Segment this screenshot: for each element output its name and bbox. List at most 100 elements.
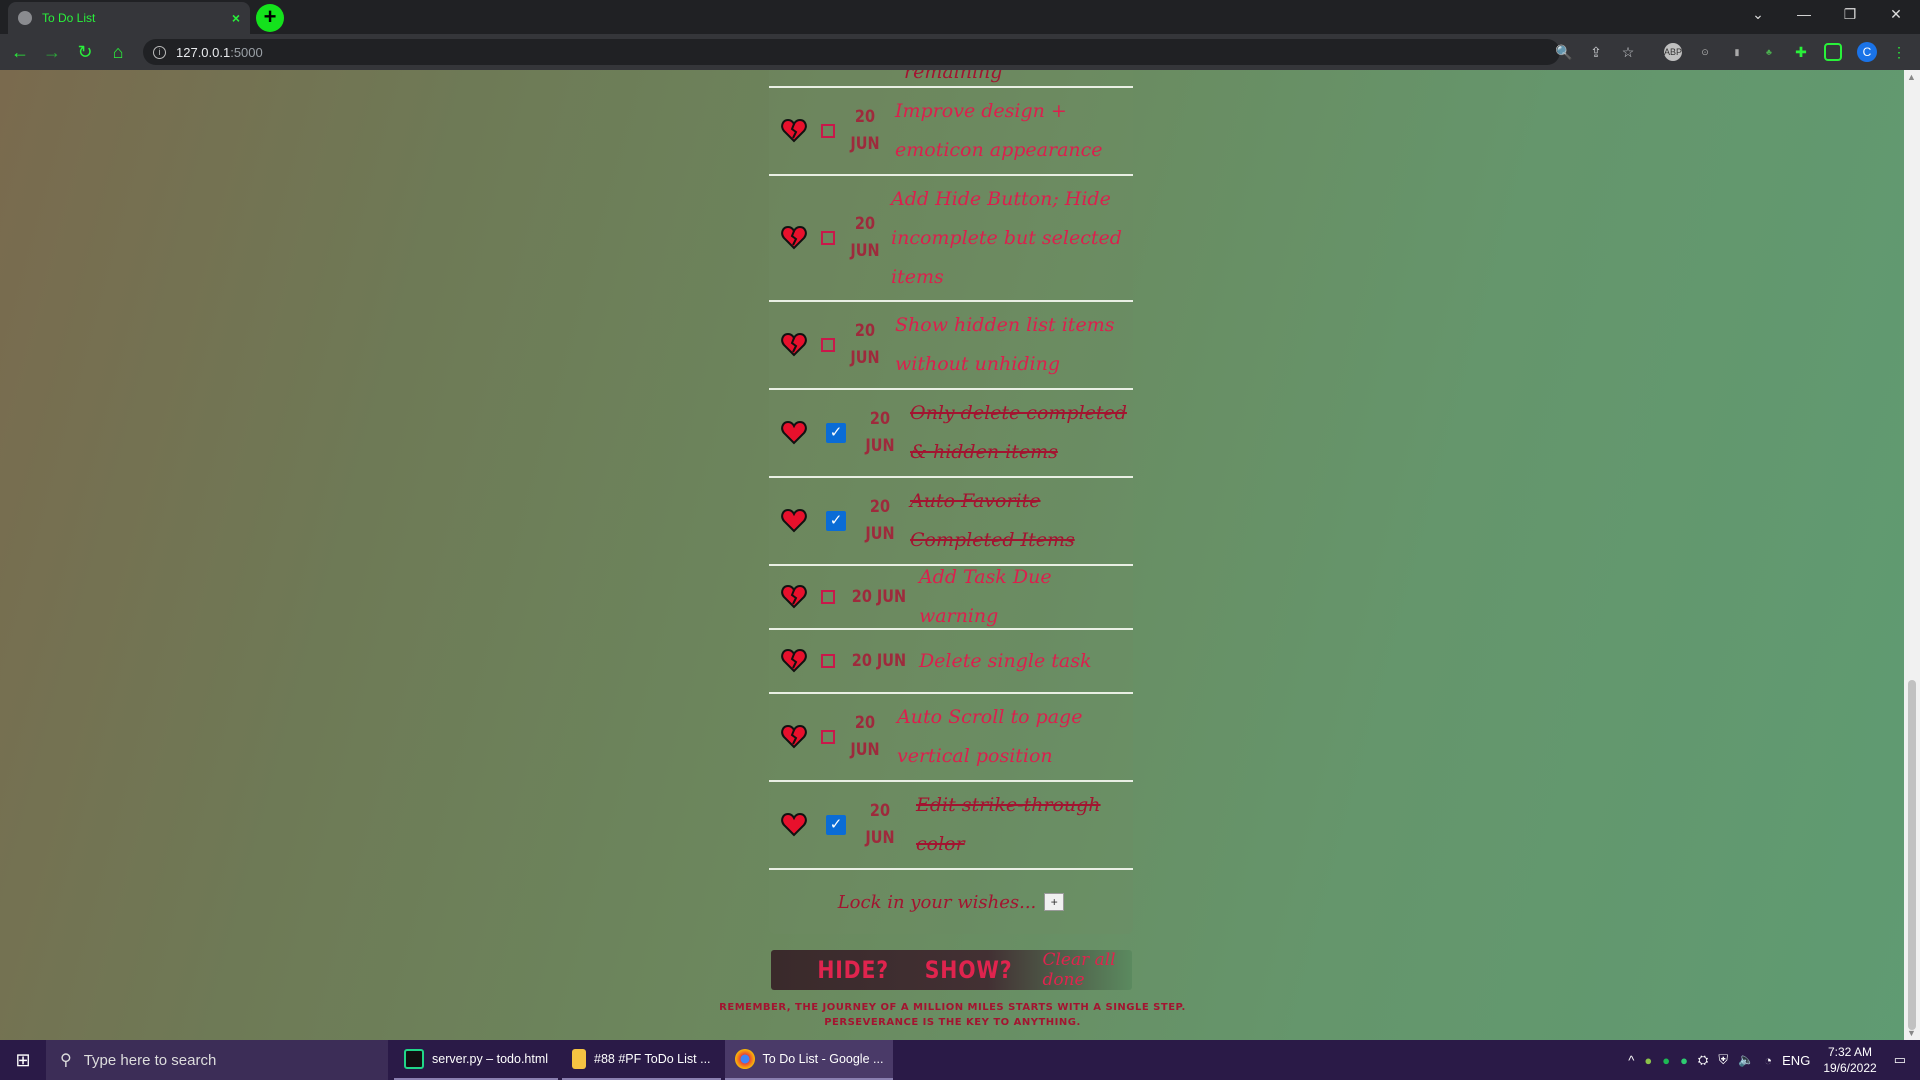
task-checkbox[interactable]	[821, 124, 835, 138]
task-checkbox[interactable]	[821, 730, 835, 744]
heart-icon[interactable]	[781, 508, 807, 533]
new-task-input[interactable]: Lock in your wishes...	[838, 892, 1037, 913]
reload-icon[interactable]: ↻	[73, 40, 97, 64]
minimize-button[interactable]: —	[1782, 0, 1826, 30]
task-text[interactable]: Add Task Due warning	[919, 558, 1133, 636]
scrollbar-thumb[interactable]	[1908, 680, 1916, 1030]
tab-close-icon[interactable]: ×	[232, 10, 240, 26]
task-text[interactable]: Add Hide Button; Hide incomplete but sel…	[891, 180, 1133, 297]
extension-icon[interactable]: ▮	[1728, 43, 1746, 61]
profile-avatar[interactable]: C	[1857, 42, 1877, 62]
task-text[interactable]: Show hidden list items without unhiding	[895, 306, 1133, 384]
back-icon[interactable]: ←	[8, 40, 32, 64]
wifi-icon[interactable]: ◔	[1764, 1053, 1772, 1068]
list-item: 20 JUN Delete single task	[769, 630, 1133, 694]
volume-icon[interactable]: 🔈	[1738, 1052, 1754, 1068]
home-icon[interactable]: ⌂	[106, 40, 130, 64]
share-icon[interactable]: ⇪	[1587, 43, 1605, 61]
task-text[interactable]: Delete single task	[919, 642, 1133, 681]
extension-icon[interactable]: ⊙	[1696, 43, 1714, 61]
task-checkbox[interactable]	[821, 338, 835, 352]
task-checkbox-checked[interactable]: ✓	[826, 511, 846, 531]
broken-heart-icon[interactable]	[781, 584, 807, 609]
add-task-button[interactable]: +	[1044, 893, 1065, 911]
close-window-button[interactable]: ✕	[1874, 0, 1918, 30]
taskbar-app-chrome[interactable]: To Do List - Google ...	[724, 1040, 894, 1080]
tab-to-do-list[interactable]: To Do List ×	[8, 2, 250, 34]
adblock-extension-icon[interactable]: ABP	[1664, 43, 1682, 61]
browser-toolbar: ← → ↻ ⌂ i 127.0.0.1:5000 🔍 ⇪ ☆ ABP ⊙ ▮ ♣…	[0, 34, 1920, 70]
task-date: 20 JUN	[865, 497, 895, 544]
menu-icon[interactable]: ⋮	[1890, 43, 1908, 61]
taskbar-app-pycharm[interactable]: server.py – todo.html	[394, 1040, 559, 1080]
spotify-icon[interactable]: ●	[1662, 1053, 1670, 1068]
system-tray: ^ ● ● ● ⛭ ⛨ 🔈 ◔ ENG 7:32 AM 19/6/2022 ▭	[1623, 1040, 1920, 1080]
hide-button[interactable]: HIDE?	[817, 956, 889, 984]
scroll-down-icon[interactable]: ▼	[1907, 1028, 1916, 1038]
task-checkbox-checked[interactable]: ✓	[826, 423, 846, 443]
list-item: 20 JUN Add Hide Button; Hide incomplete b…	[769, 176, 1133, 302]
url-text: 127.0.0.1:5000	[176, 44, 263, 60]
task-date: 20 JUN	[851, 650, 907, 671]
windows-start-icon[interactable]: ⊞	[0, 1040, 46, 1080]
broken-heart-icon[interactable]	[781, 648, 807, 673]
task-checkbox[interactable]	[821, 654, 835, 668]
task-text[interactable]: Improve design + emoticon appearance	[895, 92, 1133, 170]
broken-heart-icon[interactable]	[781, 332, 807, 357]
telegram-icon[interactable]: ●	[1680, 1053, 1688, 1068]
task-text[interactable]: Auto Favorite Completed Items	[910, 482, 1133, 560]
task-checkbox[interactable]	[821, 231, 835, 245]
forward-icon[interactable]: →	[40, 40, 64, 64]
tray-app-icon[interactable]: ●	[1644, 1053, 1652, 1068]
heart-icon[interactable]	[781, 812, 807, 837]
pycharm-icon	[404, 1049, 424, 1069]
page-scrollbar[interactable]: ▲ ▼	[1904, 70, 1920, 1040]
taskbar-clock[interactable]: 7:32 AM 19/6/2022	[1823, 1044, 1876, 1076]
tray-overflow-icon[interactable]: ^	[1628, 1053, 1634, 1068]
tab-title: To Do List	[42, 11, 96, 25]
taskbar-search[interactable]: ⚲ Type here to search	[46, 1040, 388, 1080]
broken-heart-icon[interactable]	[781, 225, 807, 250]
task-date: 20 JUN	[850, 713, 880, 760]
task-date: 20 JUN	[850, 107, 880, 154]
chrome-icon	[734, 1049, 755, 1069]
language-indicator[interactable]: ENG	[1782, 1053, 1810, 1068]
heart-icon[interactable]	[781, 420, 807, 445]
list-item: ✓ 20 JUN Only delete completed & hidden i…	[769, 390, 1133, 478]
list-item: 20 JUN Auto Scroll to page vertical posit…	[769, 694, 1133, 782]
security-shield-icon[interactable]: ⛨	[1718, 1052, 1728, 1068]
broken-heart-icon[interactable]	[781, 118, 807, 143]
task-checkbox-checked[interactable]: ✓	[826, 815, 846, 835]
scroll-up-icon[interactable]: ▲	[1907, 72, 1916, 82]
clear-done-button[interactable]: Clear all done	[1042, 950, 1132, 990]
task-date: 20 JUN	[851, 586, 907, 607]
search-icon: ⚲	[60, 1052, 72, 1069]
tab-search-icon[interactable]: ⌄	[1736, 0, 1780, 30]
browser-tab-bar: To Do List × + ⌄ — ❐ ✕	[0, 0, 1920, 34]
taskbar-app-folder[interactable]: #88 #PF ToDo List ...	[562, 1040, 721, 1080]
search-placeholder: Type here to search	[83, 1051, 217, 1069]
bookmark-star-icon[interactable]: ☆	[1619, 43, 1637, 61]
network-adapter-icon[interactable]: ⛭	[1698, 1052, 1708, 1068]
show-button[interactable]: SHOW?	[925, 956, 1013, 984]
list-item: 20 JUN Show hidden list items without unh…	[769, 302, 1133, 390]
site-info-icon[interactable]: i	[153, 45, 166, 59]
task-text[interactable]: Only delete completed & hidden items	[910, 394, 1133, 472]
zoom-icon[interactable]: 🔍	[1555, 43, 1573, 61]
favicon-icon	[18, 11, 32, 25]
notifications-icon[interactable]: ▭	[1894, 1052, 1906, 1068]
action-bar: HIDE? SHOW? Clear all done	[771, 950, 1132, 990]
puzzle-extensions-icon[interactable]: ✚	[1792, 43, 1810, 61]
task-date: 20 JUN	[850, 214, 880, 261]
task-checkbox[interactable]	[821, 590, 835, 604]
new-tab-button[interactable]: +	[256, 4, 284, 32]
address-bar[interactable]: i 127.0.0.1:5000 🔍 ⇪ ☆	[143, 39, 1634, 65]
restore-button[interactable]: ❐	[1828, 0, 1872, 30]
task-text[interactable]: Edit strike-through color	[916, 786, 1133, 864]
task-text[interactable]: Auto Scroll to page vertical position	[897, 698, 1133, 776]
list-item: 20 JUN Improve design + emoticon appearan…	[769, 88, 1133, 176]
folder-icon	[572, 1049, 587, 1069]
side-panel-icon[interactable]	[1824, 43, 1842, 61]
broken-heart-icon[interactable]	[781, 724, 807, 749]
tree-extension-icon[interactable]: ♣	[1760, 43, 1778, 61]
